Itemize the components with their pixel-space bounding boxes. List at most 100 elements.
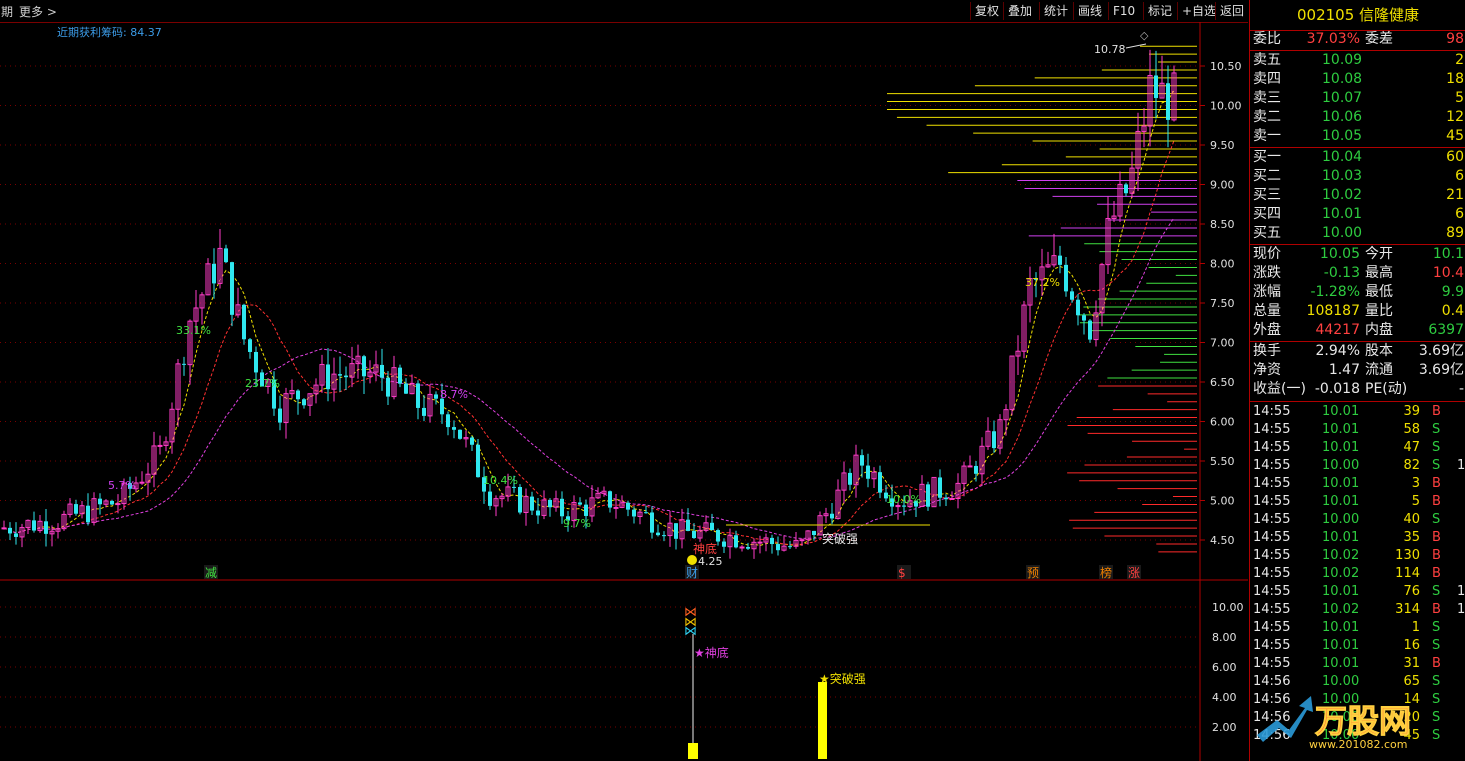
tick-row: 14:55 10.01 58 S	[1250, 421, 1465, 439]
tick-side: B	[1432, 656, 1441, 671]
quote-value: -0.13	[1323, 265, 1360, 281]
ask-level-label: 卖五	[1253, 52, 1281, 68]
overlay-button[interactable]: 叠加	[1003, 2, 1036, 20]
candle-body	[278, 408, 282, 423]
quote-row: 涨跌 -0.13 最高 10.4	[1250, 264, 1465, 283]
tick-price: 10.00	[1322, 512, 1360, 527]
candle-body	[626, 502, 630, 510]
statistics-button[interactable]: 统计	[1039, 2, 1072, 20]
tick-extra: 1	[1457, 584, 1465, 599]
indicator-tick-label: 2.00	[1212, 721, 1237, 734]
tick-side: S	[1432, 422, 1441, 437]
tick-side: B	[1432, 548, 1441, 563]
tick-price: 10.01	[1322, 494, 1360, 509]
draw-line-button[interactable]: 画线	[1073, 2, 1106, 20]
bid-row[interactable]: 买二 10.03 6	[1250, 167, 1465, 186]
ask-row[interactable]: 卖五 10.09 2	[1250, 51, 1465, 70]
candle-body	[458, 429, 462, 439]
tick-side: S	[1432, 512, 1441, 527]
ask-row[interactable]: 卖四 10.08 18	[1250, 70, 1465, 89]
bid-level-label: 买二	[1253, 168, 1281, 184]
candle-body	[115, 503, 121, 506]
candle-body	[799, 539, 805, 542]
tick-row: 14:55 10.01 76 S 1	[1250, 583, 1465, 601]
tick-price: 10.01	[1322, 440, 1360, 455]
brand-watermark: 万股网 www.201082.com	[1257, 696, 1412, 751]
mark-button[interactable]: 标记	[1143, 2, 1176, 20]
candle-body	[86, 505, 90, 523]
quote-label: 最高	[1365, 265, 1393, 281]
fundamental-row: 换手 2.94% 股本 3.69亿	[1250, 342, 1465, 361]
candle-body	[662, 535, 666, 537]
tick-volume: 58	[1403, 422, 1420, 437]
wei-bi-value: 37.03%	[1306, 31, 1360, 47]
tick-row: 14:55 10.01 35 B	[1250, 529, 1465, 547]
event-marker: 财	[686, 566, 698, 580]
breakout-bar	[818, 682, 827, 759]
tick-time: 14:55	[1253, 422, 1291, 437]
pct-label: 8.7%	[440, 388, 468, 401]
quote-label: 最低	[1365, 284, 1393, 300]
candle-body	[644, 512, 648, 514]
candle-body	[512, 486, 516, 488]
candle-body	[548, 499, 552, 508]
bid-row[interactable]: 买一 10.04 60	[1250, 148, 1465, 167]
event-marker: 预	[1027, 566, 1039, 580]
tick-price: 10.02	[1322, 566, 1360, 581]
f10-button[interactable]: F10	[1108, 2, 1139, 20]
tick-side: S	[1432, 584, 1441, 599]
pct-label: 23.7%	[245, 377, 280, 390]
quote-row: 外盘 44217 内盘 6397	[1250, 321, 1465, 340]
quote-value: 108187	[1306, 303, 1360, 319]
candle-body	[470, 437, 474, 445]
quote-row: 总量 108187 量比 0.4	[1250, 302, 1465, 321]
tick-row: 14:55 10.02 130 B	[1250, 547, 1465, 565]
add-watchlist-button[interactable]: +自选	[1177, 2, 1220, 20]
ask-row[interactable]: 卖三 10.07 5	[1250, 89, 1465, 108]
bid-row[interactable]: 买五 10.00 89	[1250, 224, 1465, 243]
arrow-logo-icon	[1257, 696, 1313, 742]
candle-body	[518, 487, 522, 513]
kline-chart[interactable]: 33.1% 23.7% 5.7% 8.7% 10.4% 9.7% 10.0% 37.2% 10.…	[0, 22, 1248, 761]
quote-row: 现价 10.05 今开 10.1	[1250, 245, 1465, 264]
candle-body	[578, 502, 582, 505]
candle-body	[1154, 75, 1158, 99]
candle-body	[386, 377, 390, 397]
ask-volume: 2	[1455, 52, 1464, 68]
tick-volume: 40	[1403, 512, 1420, 527]
period-label[interactable]: 期	[1, 3, 13, 20]
price-tick-label: 5.50	[1210, 455, 1235, 468]
candle-body	[656, 532, 660, 536]
tick-volume: 3	[1411, 476, 1420, 491]
tick-volume: 39	[1403, 404, 1420, 419]
ask-row[interactable]: 卖一 10.05 45	[1250, 127, 1465, 146]
watermark-brand: 万股网	[1315, 702, 1411, 740]
price-tick-label: 10.00	[1210, 100, 1242, 113]
candle-body	[476, 444, 480, 478]
restore-rights-button[interactable]: 复权	[970, 2, 1003, 20]
candle-body	[1070, 291, 1074, 300]
more-menu[interactable]: 更多 >	[19, 3, 57, 20]
quote-value: 9.9	[1441, 284, 1464, 300]
back-button[interactable]: 返回	[1215, 2, 1248, 20]
quote-row: 涨幅 -1.28% 最低 9.9	[1250, 283, 1465, 302]
fund-label: 净资	[1253, 362, 1281, 378]
pct-label: 37.2%	[1025, 276, 1060, 289]
divider	[1250, 401, 1465, 402]
ask-volume: 5	[1455, 90, 1464, 106]
bid-row[interactable]: 买四 10.01 6	[1250, 205, 1465, 224]
ask-level-label: 卖二	[1253, 109, 1281, 125]
bid-row[interactable]: 买三 10.02 21	[1250, 186, 1465, 205]
ask-row[interactable]: 卖二 10.06 12	[1250, 108, 1465, 127]
quote-label: 量比	[1365, 303, 1393, 319]
tick-side: S	[1432, 638, 1441, 653]
candle-body	[734, 535, 738, 548]
price-tick-label: 6.50	[1210, 376, 1235, 389]
price-tick-label: 7.50	[1210, 297, 1235, 310]
quote-value: 10.05	[1319, 246, 1360, 262]
tick-row: 14:55 10.01 5 B	[1250, 493, 1465, 511]
candle-body	[212, 263, 216, 284]
pct-label: 33.1%	[176, 324, 211, 337]
candle-body	[1, 527, 7, 530]
candle-body	[446, 414, 450, 428]
